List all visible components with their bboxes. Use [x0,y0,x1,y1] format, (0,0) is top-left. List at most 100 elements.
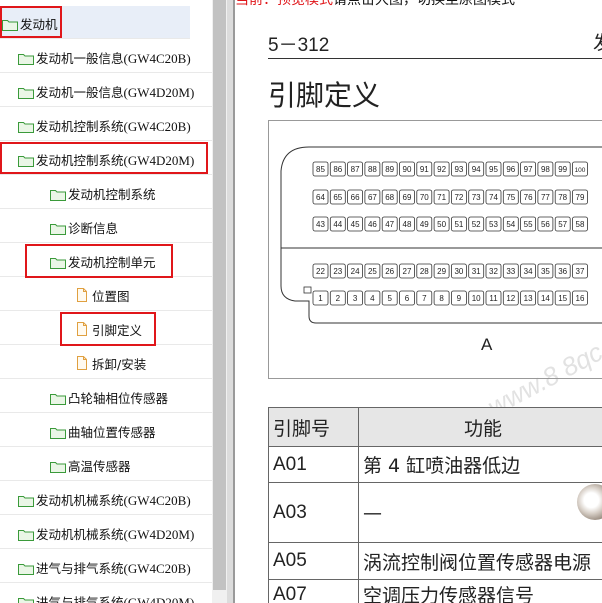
tree-item[interactable]: 位置图 [0,278,212,311]
tree-scrollbar-thumb[interactable] [213,0,226,590]
tree-item[interactable]: 发动机控制系统(GW4C20B) [0,108,212,141]
connector-diagram: 85 86 87 88 89 90 91 92 93 94 95 96 97 98 99 10064 65 66 6… [280,146,602,324]
tree-item-title: 发动机机械系统 [36,527,124,542]
tree-item[interactable]: 进气与排气系统(GW4C20B) [0,550,212,583]
connector-pin-number: 55 [524,220,533,229]
tree-item-title: 发动机一般信息 [36,51,124,66]
connector-figure[interactable]: 85 86 87 88 89 90 91 92 93 94 95 96 97 98 99 100 64 65 66 6… [268,120,602,422]
connector-pin-number: 45 [351,220,360,229]
tree-item-title: 进气与排气系统 [36,595,124,603]
connector-pin-number: 76 [524,193,533,202]
switch-original-hint: 请点击大图，切换至原图模式 [333,0,515,8]
tree-item[interactable]: 曲轴位置传感器 [0,414,212,447]
connector-pin-number: 67 [368,193,377,202]
connector-pin-number: 92 [437,165,446,174]
tree-item[interactable]: 发动机机械系统(GW4C20B) [0,482,212,515]
tree-item-title: 发动机一般信息 [36,85,124,100]
function-cell: 第 4 缸喷油器低边 [358,446,602,483]
folder-icon [18,594,34,603]
connector-pin-number: 1 [318,294,323,303]
connector-pin-number: 99 [558,165,567,174]
connector-pin-number: 32 [489,267,498,276]
tree-item[interactable]: 发动机一般信息(GW4C20B) [0,40,212,73]
tree-item-title: 诊断信息 [68,221,119,236]
connector-pin-number: 48 [403,220,412,229]
connector-pin-number: 68 [385,193,394,202]
pin-cell: A01 [268,446,359,483]
connector-pin-number: 44 [333,220,342,229]
function-column-header: 功能 [358,407,602,447]
document-icon [74,287,90,302]
tree-item[interactable]: 高温传感器 [0,448,212,481]
connector-key [303,286,312,294]
connector-pin-number: 66 [351,193,360,202]
pin-definition-table: 引脚号 功能 A01 第 4 缸喷油器低边 A03— A05 涡流控制阀位置传感器电源 A… [268,407,602,603]
tree-item[interactable]: 发动机机械系统(GW4D20M) [0,516,212,549]
connector-pin-number: 35 [541,267,550,276]
table-row: A03— [268,482,602,543]
tree-item[interactable]: 发动机一般信息(GW4D20M) [0,74,212,107]
folder-icon [50,424,66,439]
tree-item[interactable]: 诊断信息 [0,210,212,243]
document-viewer: 当前：预览模式请点击大图，切换至原图模式 5－312 发 引脚定义 858687… [235,0,602,603]
tree-item-title: 发动机机械系统 [36,493,124,508]
tree-item-label: 位置图 [92,286,130,305]
folder-icon [18,84,34,99]
connector-pin-number: 12 [506,294,515,303]
connector-pin-number: 90 [403,165,412,174]
tree-item-label: 进气与排气系统(GW4D20M) [36,592,194,603]
connector-pin-number: 70 [420,193,429,202]
connector-pin-number: 36 [558,267,567,276]
connector-pin-number: 72 [454,193,463,202]
folder-icon [50,458,66,473]
connector-pin-number: 29 [437,267,446,276]
connector-pin-number: 28 [420,267,429,276]
tree-item-label: 发动机控制系统 [68,184,156,203]
connector-pin-number: 10 [472,294,481,303]
connector-pin-number: 33 [506,267,515,276]
connector-pin-number: 30 [454,267,463,276]
connector-pin-number: 4 [370,294,375,303]
connector-pin-number: 75 [506,193,515,202]
tree-item-model-code: (GW4C20B) [123,51,191,66]
pin-column-header: 引脚号 [268,407,359,447]
tree-item[interactable]: 发动机控制系统 [0,176,212,209]
tree-item-title: 凸轮轴相位传感器 [68,391,169,406]
folder-icon [50,390,66,405]
page-section-heading: 发 [593,28,602,55]
connector-pin-number: 5 [387,294,392,303]
folder-icon [50,220,66,235]
tree-item[interactable]: 凸轮轴相位传感器 [0,380,212,413]
preview-notice[interactable]: 当前：预览模式请点击大图，切换至原图模式 [235,0,515,9]
connector-pin-number: 77 [541,193,550,202]
page-number: 5－312 [268,35,330,56]
tree-item-label: 发动机机械系统(GW4D20M) [36,524,194,543]
tree-item-title: 进气与排气系统 [36,561,124,576]
connector-pin-number: 46 [368,220,377,229]
connector-pin-number: 31 [472,267,481,276]
tree-item[interactable]: 进气与排气系统(GW4D20M) [0,584,212,603]
function-cell: 涡流控制阀位置传感器电源 [358,542,602,580]
tree-item-title: 发动机控制系统 [68,187,156,202]
connector-pin-number: 14 [541,294,550,303]
connector-pin-number: 91 [420,165,429,174]
highlight-box [0,6,62,38]
folder-icon [18,492,34,507]
highlight-box [60,312,156,346]
connector-pin-number: 7 [422,294,427,303]
table-header-row: 引脚号 功能 [268,407,602,447]
tree-item-model-code: (GW4D20M) [123,595,195,603]
connector-pin-number: 27 [403,267,412,276]
tree-item[interactable]: 拆卸/安装 [0,346,212,379]
connector-pin-number: 73 [472,193,481,202]
connector-pin-number: 15 [558,294,567,303]
tree-item-title: 拆卸/安装 [92,357,147,372]
connector-pin-number: 78 [558,193,567,202]
pin-cell: A03 [268,482,359,543]
connector-pin-number: 16 [576,294,585,303]
connector-pin-number: 23 [333,267,342,276]
tree-item-label: 发动机机械系统(GW4C20B) [36,490,191,509]
connector-pin-number: 74 [489,193,498,202]
tree-item-label: 凸轮轴相位传感器 [68,388,168,407]
tree-item-title: 位置图 [92,289,130,304]
